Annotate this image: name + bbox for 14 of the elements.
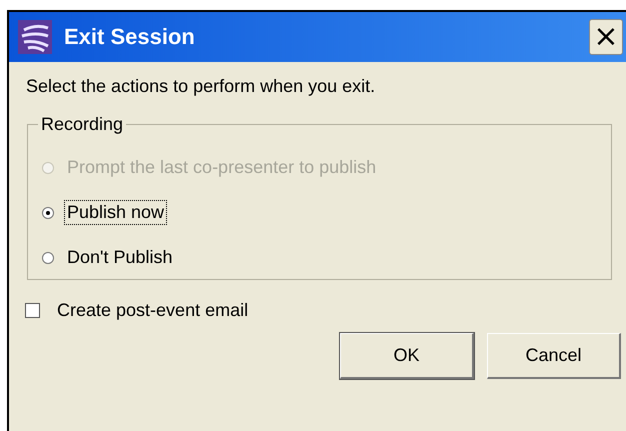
- option-label[interactable]: Publish now: [64, 200, 168, 225]
- instruction-text: Select the actions to perform when you exit.: [26, 76, 376, 98]
- cancel-button[interactable]: Cancel: [487, 333, 621, 379]
- group-label: Recording: [40, 114, 124, 135]
- checkbox-label[interactable]: Create post-event email: [54, 298, 252, 323]
- radio-button[interactable]: [42, 252, 54, 264]
- app-icon: [18, 20, 52, 54]
- option-label: Prompt the last co-presenter to publish: [66, 156, 378, 179]
- radio-button[interactable]: [42, 206, 54, 218]
- window-title: Exit Session: [64, 24, 196, 50]
- option-label[interactable]: Don't Publish: [64, 245, 176, 270]
- checkbox[interactable]: [25, 303, 40, 318]
- ok-button[interactable]: OK: [340, 333, 474, 379]
- close-button[interactable]: ×: [589, 19, 623, 55]
